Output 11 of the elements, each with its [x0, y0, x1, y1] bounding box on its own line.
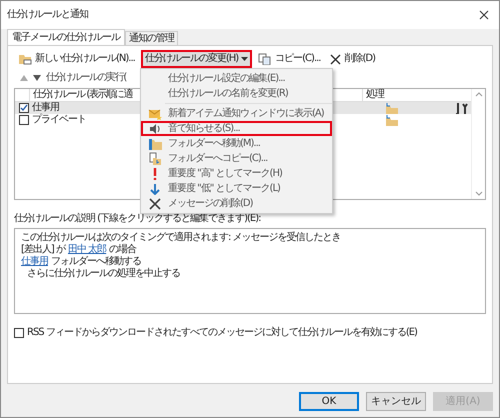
description-text: さらに仕分けルールの処理を中止する — [27, 268, 180, 280]
window-title: 仕分けルールと通知 — [7, 9, 88, 21]
description-label: 仕分けルールの説明 (下線をクリックすると編集できます)(E): — [14, 213, 260, 224]
description-text: [差出人] が — [21, 244, 65, 256]
description-text: フォルダーへ移動する — [51, 256, 141, 268]
rss-label: RSS フィードからダウンロードされたすべてのメッセージに対して仕分けルールを有効にする(E) — [27, 327, 417, 339]
description-text: の場合 — [109, 244, 136, 256]
run-label: 仕分けルールの実行( — [46, 72, 126, 84]
rule-name: プライベート — [32, 114, 86, 125]
description-text: この仕分けルールは次のタイミングで適用されます: メッセージを受信したとき — [21, 232, 341, 244]
rule-name: 仕事用 — [32, 102, 59, 113]
